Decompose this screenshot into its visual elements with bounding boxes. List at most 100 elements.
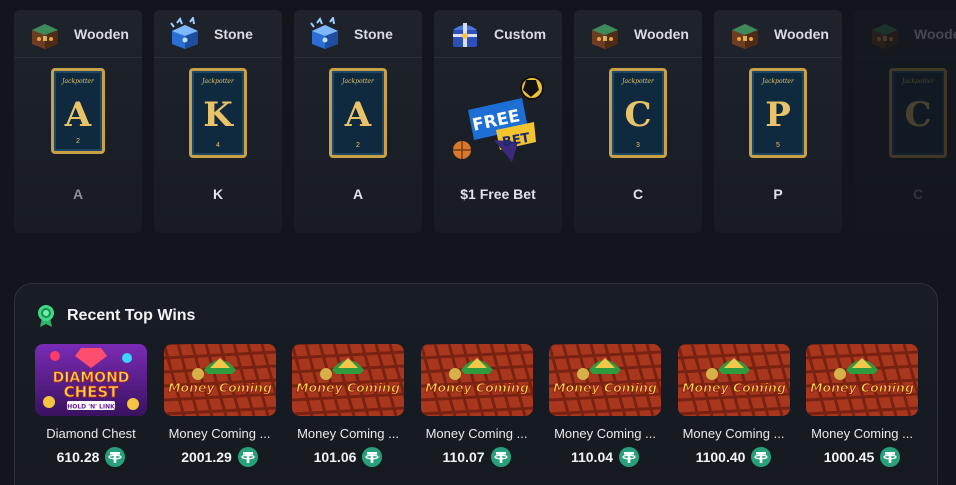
game-thumbnail[interactable]: Money Coming (549, 344, 661, 416)
tether-usdt-icon (880, 447, 901, 467)
win-amount-row: 110.07 (421, 447, 533, 467)
game-name: Diamond Chest (46, 426, 136, 441)
stone-chest-icon (310, 16, 338, 49)
game-thumbnail[interactable]: DIAMOND CHEST HOLD 'N' LINK (35, 344, 147, 416)
game-thumbnail[interactable]: Money Coming (292, 344, 404, 416)
custom-chest-icon (453, 22, 477, 47)
recent-top-wins-title: Recent Top Wins (67, 307, 196, 324)
card-letter: A (64, 95, 92, 135)
card-header: Stone (154, 10, 282, 58)
card-number: 4 (216, 142, 220, 149)
win-amount: 1000.45 (823, 449, 875, 465)
prize-card[interactable]: Wooden Jackpotter C C (854, 10, 956, 233)
recent-win-item[interactable]: Money Coming Money Coming ... 1000.45 (806, 344, 918, 467)
prize-card[interactable]: Stone Jackpotter A 2 A (294, 10, 422, 233)
game-thumbnail[interactable]: Money Coming (806, 344, 918, 416)
prize-card[interactable]: Wooden Jackpotter A 2 A (14, 10, 142, 233)
card-header: Wooden (714, 10, 842, 58)
svg-text:Money Coming: Money Coming (168, 380, 272, 395)
recent-win-item[interactable]: Money Coming Money Coming ... 101.06 (292, 344, 404, 467)
card-letter: K (203, 95, 233, 135)
money-coming-thumbnail[interactable]: Money Coming (806, 344, 918, 416)
chest-type-label: Stone (214, 25, 253, 42)
money-coming-thumbnail[interactable]: Money Coming (677, 344, 790, 416)
card-number: 2 (356, 142, 360, 149)
chest-type-label: Stone (354, 25, 393, 42)
prize-label: $1 Free Bet (460, 186, 536, 202)
card-art: Jackpotter A 2 (14, 68, 142, 178)
game-thumbnail[interactable]: Money Coming (163, 344, 276, 416)
game-thumbnail[interactable]: Money Coming (420, 344, 533, 416)
chest-type-label: Wooden (74, 25, 129, 42)
prize-label: C (632, 186, 644, 202)
free-bet-art: FREE BET (453, 76, 544, 162)
card-art: Jackpotter K 4 (154, 68, 282, 178)
prize-card[interactable]: Wooden Jackpotter C 3 C (574, 10, 702, 233)
card-header: Stone (294, 10, 422, 58)
svg-text:Money Coming: Money Coming (810, 380, 914, 395)
win-amount-row: 1000.45 (806, 447, 918, 467)
chest-type-label: Wooden (634, 25, 689, 42)
wooden-chest-icon (32, 23, 58, 49)
prize-card[interactable]: Wooden Jackpotter P 5 P (714, 10, 842, 233)
letter-card-art: Jackpotter K 4 (189, 68, 247, 158)
money-coming-thumbnail[interactable]: Money Coming (163, 344, 276, 416)
recent-win-item[interactable]: Money Coming Money Coming ... 110.04 (549, 344, 661, 467)
card-letter: P (765, 95, 791, 135)
prize-cards-row: Wooden Jackpotter A 2 A Stone Jackpotter… (0, 0, 956, 240)
game-thumbnail[interactable]: Money Coming (677, 344, 790, 416)
card-brand: Jackpotter (202, 78, 234, 85)
recent-win-item[interactable]: Money Coming Money Coming ... 1100.40 (677, 344, 790, 467)
game-name: Money Coming ... (425, 426, 528, 441)
chest-type-label: Custom (494, 25, 547, 42)
prize-card[interactable]: Stone Jackpotter K 4 K (154, 10, 282, 233)
money-coming-thumbnail[interactable]: Money Coming (292, 344, 404, 416)
win-amount-row: 2001.29 (164, 447, 276, 467)
letter-card-art: Jackpotter P 5 (749, 68, 807, 158)
svg-text:HOLD 'N' LINK: HOLD 'N' LINK (67, 404, 115, 411)
svg-text:Money Coming: Money Coming (296, 380, 400, 395)
card-brand: Jackpotter (902, 78, 934, 85)
card-art: Jackpotter A 2 (294, 68, 422, 178)
money-coming-thumbnail[interactable]: Money Coming (420, 344, 533, 416)
recent-win-item[interactable]: DIAMOND CHEST HOLD 'N' LINK Diamond Ches… (35, 344, 147, 467)
prize-label: K (212, 186, 224, 202)
tether-usdt-icon (105, 447, 126, 467)
win-amount-row: 610.28 (35, 447, 147, 467)
card-letter: C (624, 95, 652, 135)
card-header: Wooden (574, 10, 702, 58)
money-coming-thumbnail[interactable]: Money Coming (549, 344, 661, 416)
game-name: Money Coming ... (811, 426, 913, 441)
card-letter: A (344, 95, 372, 135)
card-header: Custom (434, 10, 562, 58)
prize-card[interactable]: Custom FREE BET $1 Free Bet (434, 10, 562, 233)
tether-usdt-icon (237, 447, 258, 467)
prize-label: A (72, 186, 84, 202)
win-amount-row: 1100.40 (678, 447, 790, 467)
letter-card-art: Jackpotter C 3 (609, 68, 667, 158)
card-header: Wooden (854, 10, 956, 58)
svg-text:Money Coming: Money Coming (682, 380, 786, 395)
wooden-chest-icon (732, 23, 758, 49)
wooden-chest-icon (872, 23, 898, 49)
card-art: Jackpotter C (854, 68, 956, 178)
tether-usdt-icon (619, 447, 640, 467)
card-art: FREE BET (434, 68, 562, 178)
recent-win-item[interactable]: Money Coming Money Coming ... 2001.29 (163, 344, 276, 467)
card-brand: Jackpotter (622, 78, 654, 85)
tether-usdt-icon (751, 447, 772, 467)
win-amount-row: 110.04 (549, 447, 661, 467)
recent-win-item[interactable]: Money Coming Money Coming ... 110.07 (420, 344, 533, 467)
svg-text:Money Coming: Money Coming (553, 380, 657, 395)
svg-text:Money Coming: Money Coming (425, 380, 529, 395)
card-art: Jackpotter P 5 (714, 68, 842, 178)
card-brand: Jackpotter (342, 78, 374, 85)
recent-top-wins-header: Recent Top Wins (37, 304, 195, 328)
chest-type-label: Wooden (774, 25, 829, 42)
tether-usdt-icon (490, 447, 511, 467)
win-amount-row: 101.06 (292, 447, 404, 467)
chest-type-label: Wooden (914, 25, 956, 42)
card-letter: C (904, 95, 932, 135)
diamond-chest-thumbnail[interactable]: DIAMOND CHEST HOLD 'N' LINK (35, 344, 147, 416)
win-amount: 1100.40 (695, 449, 746, 465)
